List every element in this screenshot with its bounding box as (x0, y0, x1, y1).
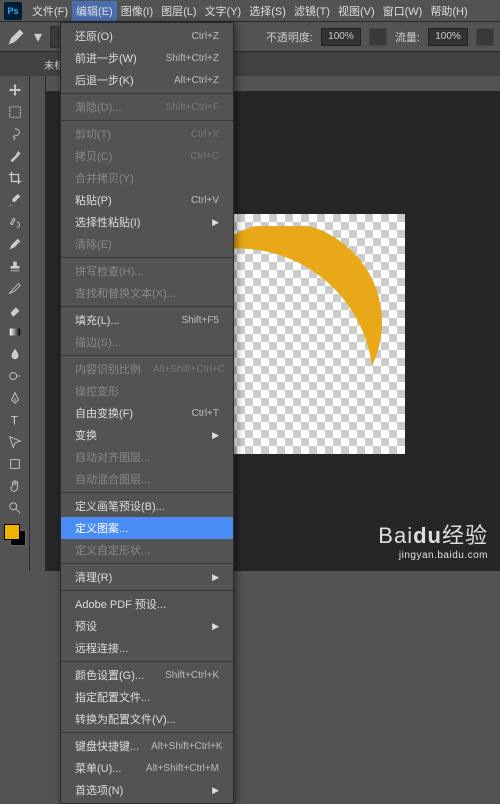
menu-item[interactable]: 定义图案... (61, 517, 233, 539)
menubar: Ps 文件(F)编辑(E)图像(I)图层(L)文字(Y)选择(S)滤镜(T)视图… (0, 0, 500, 22)
menubar-item[interactable]: 视图(V) (334, 1, 379, 21)
menu-item: 剪切(T)Ctrl+X (61, 123, 233, 145)
history-brush-icon[interactable] (3, 278, 27, 298)
brush-tool-icon[interactable] (3, 234, 27, 254)
ruler-vertical (30, 76, 46, 571)
menu-separator (61, 120, 233, 121)
menu-item[interactable]: 指定配置文件... (61, 686, 233, 708)
svg-text:T: T (10, 413, 18, 427)
menu-item[interactable]: 首选项(N)▶ (61, 779, 233, 801)
menu-item: 清除(E) (61, 233, 233, 255)
menu-separator (61, 590, 233, 591)
submenu-arrow-icon: ▶ (212, 572, 219, 583)
eraser-tool-icon[interactable] (3, 300, 27, 320)
heal-tool-icon[interactable] (3, 212, 27, 232)
menu-separator (61, 563, 233, 564)
menubar-item[interactable]: 选择(S) (245, 1, 290, 21)
submenu-arrow-icon: ▶ (212, 430, 219, 441)
menu-item: 自动对齐图层... (61, 446, 233, 468)
ps-logo: Ps (4, 2, 22, 20)
stamp-tool-icon[interactable] (3, 256, 27, 276)
marquee-tool-icon[interactable] (3, 102, 27, 122)
eyedropper-tool-icon[interactable] (3, 190, 27, 210)
menu-item[interactable]: 转换为配置文件(V)... (61, 708, 233, 730)
menu-item[interactable]: 自由变换(F)Ctrl+T (61, 402, 233, 424)
menu-item[interactable]: 还原(O)Ctrl+Z (61, 25, 233, 47)
menu-separator (61, 732, 233, 733)
menubar-item[interactable]: 文字(Y) (201, 1, 246, 21)
menubar-item[interactable]: 图像(I) (117, 1, 157, 21)
menu-item[interactable]: 菜单(U)...Alt+Shift+Ctrl+M (61, 757, 233, 779)
brush-tool-icon[interactable] (6, 27, 26, 47)
menu-item: 渐隐(D)...Shift+Ctrl+F (61, 96, 233, 118)
menubar-item[interactable]: 图层(L) (157, 1, 200, 21)
move-tool-icon[interactable] (3, 80, 27, 100)
menu-item: 拷贝(C)Ctrl+C (61, 145, 233, 167)
menu-item[interactable]: 后退一步(K)Alt+Ctrl+Z (61, 69, 233, 91)
menu-item: 定义自定形状... (61, 539, 233, 561)
menubar-item[interactable]: 文件(F) (28, 1, 72, 21)
menu-item[interactable]: 选择性粘贴(I)▶ (61, 211, 233, 233)
menu-item: 描边(S)... (61, 331, 233, 353)
menu-item[interactable]: 预设▶ (61, 615, 233, 637)
hand-tool-icon[interactable] (3, 476, 27, 496)
menu-item: 查找和替换文本(X)... (61, 282, 233, 304)
blur-tool-icon[interactable] (3, 344, 27, 364)
menu-item: 合并拷贝(Y) (61, 167, 233, 189)
menu-item[interactable]: 前进一步(W)Shift+Ctrl+Z (61, 47, 233, 69)
menu-item: 操控变形 (61, 380, 233, 402)
pen-tool-icon[interactable] (3, 388, 27, 408)
tools-panel: T (0, 76, 30, 571)
menu-item[interactable]: 键盘快捷键...Alt+Shift+Ctrl+K (61, 735, 233, 757)
menubar-item[interactable]: 编辑(E) (72, 1, 117, 21)
pressure-opacity-icon[interactable] (369, 28, 387, 46)
menu-separator (61, 257, 233, 258)
menu-separator (61, 492, 233, 493)
menu-item: 拼写检查(H)... (61, 260, 233, 282)
menu-item[interactable]: 颜色设置(G)...Shift+Ctrl+K (61, 664, 233, 686)
opacity-label: 不透明度: (266, 29, 313, 45)
menu-item[interactable]: Adobe PDF 预设... (61, 593, 233, 615)
submenu-arrow-icon: ▶ (212, 621, 219, 632)
menu-item[interactable]: 定义画笔预设(B)... (61, 495, 233, 517)
menubar-item[interactable]: 滤镜(T) (290, 1, 334, 21)
menu-item: 自动混合图层... (61, 468, 233, 490)
edit-menu-dropdown: 还原(O)Ctrl+Z前进一步(W)Shift+Ctrl+Z后退一步(K)Alt… (60, 22, 234, 804)
submenu-arrow-icon: ▶ (212, 217, 219, 228)
menu-separator (61, 355, 233, 356)
submenu-arrow-icon: ▶ (212, 785, 219, 796)
zoom-tool-icon[interactable] (3, 498, 27, 518)
gradient-tool-icon[interactable] (3, 322, 27, 342)
menubar-item[interactable]: 窗口(W) (379, 1, 427, 21)
menu-item[interactable]: 清理(R)▶ (61, 566, 233, 588)
flow-input[interactable] (428, 28, 468, 46)
menubar-item[interactable]: 帮助(H) (426, 1, 471, 21)
menu-item[interactable]: 变换▶ (61, 424, 233, 446)
lasso-tool-icon[interactable] (3, 124, 27, 144)
dodge-tool-icon[interactable] (3, 366, 27, 386)
color-swatch[interactable] (4, 524, 26, 546)
menu-separator (61, 661, 233, 662)
menu-item: 内容识别比例Alt+Shift+Ctrl+C (61, 358, 233, 380)
wand-tool-icon[interactable] (3, 146, 27, 166)
menu-separator (61, 306, 233, 307)
menu-item[interactable]: 填充(L)...Shift+F5 (61, 309, 233, 331)
flow-label: 流量: (395, 29, 420, 45)
menu-item[interactable]: 远程连接... (61, 637, 233, 659)
path-tool-icon[interactable] (3, 432, 27, 452)
watermark: Baidu经验 jingyan.baidu.com (378, 518, 488, 561)
type-tool-icon[interactable]: T (3, 410, 27, 430)
shape-tool-icon[interactable] (3, 454, 27, 474)
menu-separator (61, 93, 233, 94)
opacity-input[interactable] (321, 28, 361, 46)
airbrush-icon[interactable] (476, 28, 494, 46)
crop-tool-icon[interactable] (3, 168, 27, 188)
menu-item[interactable]: 粘贴(P)Ctrl+V (61, 189, 233, 211)
